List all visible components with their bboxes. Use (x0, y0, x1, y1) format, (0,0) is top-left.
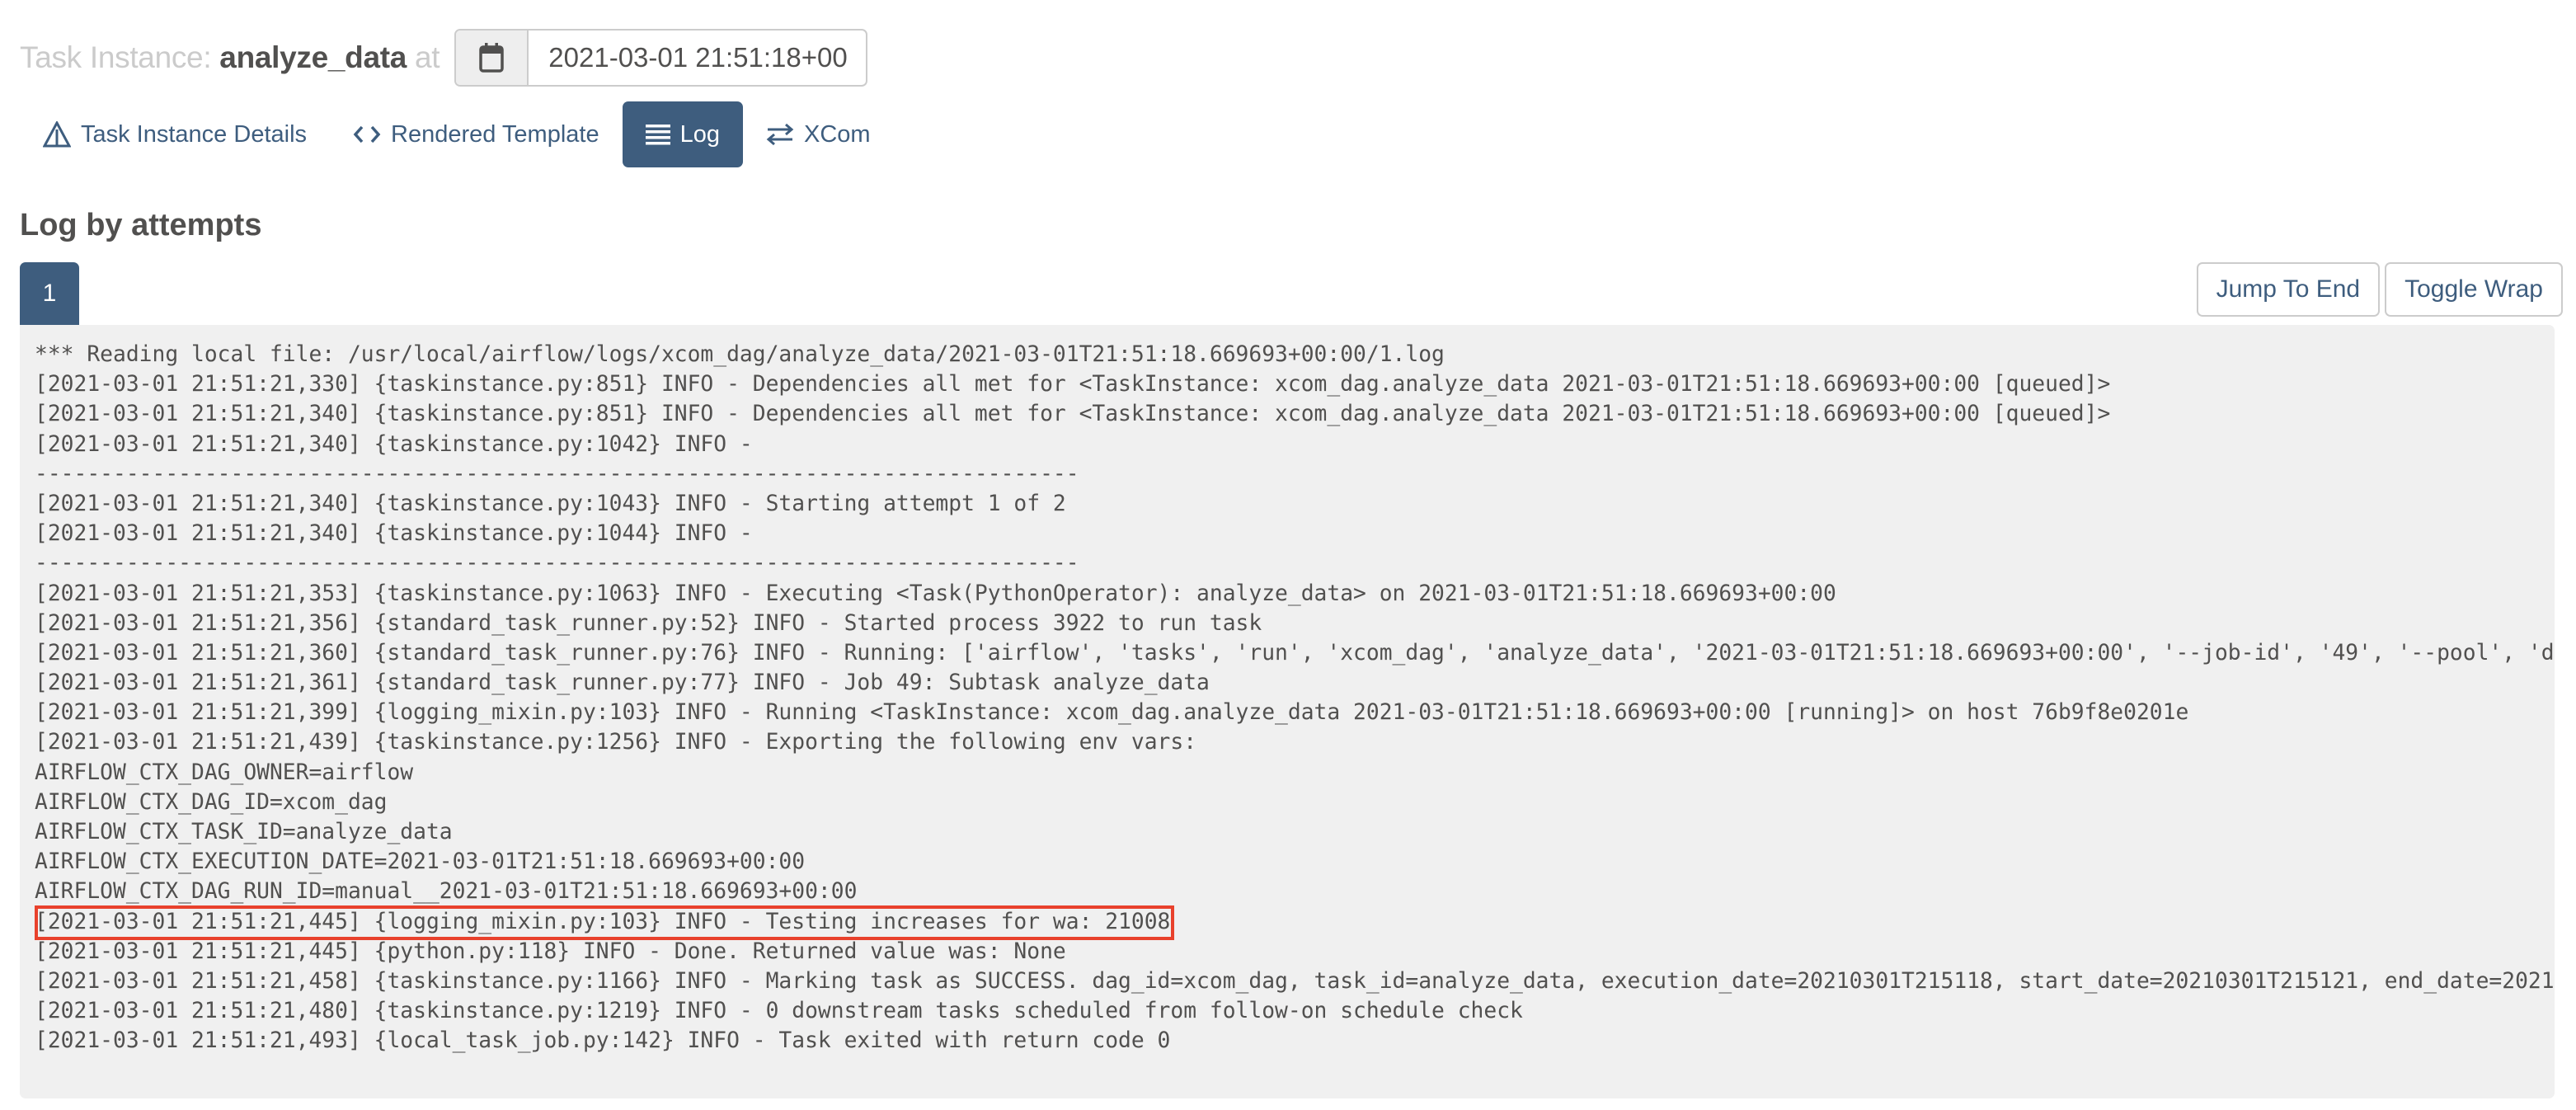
toggle-wrap-button[interactable]: Toggle Wrap (2385, 262, 2563, 317)
log-line: AIRFLOW_CTX_DAG_OWNER=airflow (35, 760, 414, 785)
tab-label: Rendered Template (391, 120, 599, 148)
log-line: AIRFLOW_CTX_DAG_RUN_ID=manual__2021-03-0… (35, 879, 858, 905)
tab-log[interactable]: Log (622, 101, 743, 167)
log-line: [2021-03-01 21:51:21,353] {taskinstance.… (35, 581, 1836, 606)
code-icon (353, 125, 381, 143)
alert-triangle-icon (43, 121, 71, 148)
log-line: [2021-03-01 21:51:21,445] {python.py:118… (35, 938, 1066, 964)
log-line: AIRFLOW_CTX_EXECUTION_DATE=2021-03-01T21… (35, 849, 806, 875)
log-line: [2021-03-01 21:51:21,340] {taskinstance.… (35, 521, 766, 547)
log-line: [2021-03-01 21:51:21,399] {logging_mixin… (35, 700, 2189, 726)
log-content: *** Reading local file: /usr/local/airfl… (35, 340, 2555, 1056)
log-line: [2021-03-01 21:51:21,458] {taskinstance.… (35, 968, 2555, 994)
attempt-tab-1[interactable]: 1 (20, 262, 79, 325)
list-icon (645, 125, 670, 145)
log-line: [2021-03-01 21:51:21,493] {local_task_jo… (35, 1028, 1171, 1054)
log-line: AIRFLOW_CTX_DAG_ID=xcom_dag (35, 789, 388, 815)
log-line: [2021-03-01 21:51:21,356] {standard_task… (35, 610, 1262, 636)
log-line: ----------------------------------------… (35, 461, 1079, 487)
jump-to-end-button[interactable]: Jump To End (2196, 262, 2381, 317)
tab-xcom[interactable]: XCom (743, 101, 894, 167)
task-instance-nav: Task Instance Details Rendered Template … (20, 101, 894, 167)
calendar-icon[interactable] (456, 31, 529, 85)
log-line: ----------------------------------------… (35, 551, 1079, 576)
log-line: [2021-03-01 21:51:21,340] {taskinstance.… (35, 491, 1066, 516)
task-id: analyze_data (219, 40, 407, 74)
page-header: Task Instance: analyze_data at 2021-03-0… (20, 29, 867, 87)
log-line: [2021-03-01 21:51:21,340] {taskinstance.… (35, 431, 766, 457)
tab-task-instance-details[interactable]: Task Instance Details (20, 101, 330, 167)
title-at: at (415, 40, 440, 74)
log-line: [2021-03-01 21:51:21,439] {taskinstance.… (35, 730, 1197, 755)
log-line: [2021-03-01 21:51:21,445] {logging_mixin… (35, 909, 1171, 934)
tab-rendered-template[interactable]: Rendered Template (330, 101, 623, 167)
page-title: Task Instance: analyze_data at (20, 40, 440, 75)
log-line: [2021-03-01 21:51:21,330] {taskinstance.… (35, 372, 2111, 397)
log-line: [2021-03-01 21:51:21,360] {standard_task… (35, 640, 2555, 666)
log-line: *** Reading local file: /usr/local/airfl… (35, 342, 1445, 367)
tab-label: Log (679, 120, 720, 148)
log-section-title: Log by attempts (20, 208, 262, 242)
log-panel[interactable]: *** Reading local file: /usr/local/airfl… (20, 325, 2555, 1098)
execution-date-picker[interactable]: 2021-03-01 21:51:18+00 (454, 29, 867, 87)
log-line: AIRFLOW_CTX_TASK_ID=analyze_data (35, 820, 453, 844)
tab-label: XCom (803, 120, 871, 148)
log-line: [2021-03-01 21:51:21,361] {standard_task… (35, 670, 1210, 696)
tab-label: Task Instance Details (81, 120, 308, 148)
swap-arrows-icon (766, 123, 794, 146)
log-line: [2021-03-01 21:51:21,480] {taskinstance.… (35, 999, 1523, 1024)
execution-date-input[interactable]: 2021-03-01 21:51:18+00 (529, 31, 865, 85)
log-line: [2021-03-01 21:51:21,340] {taskinstance.… (35, 402, 2111, 427)
title-prefix: Task Instance: (20, 40, 212, 74)
log-actions: Jump To End Toggle Wrap (2196, 262, 2563, 317)
